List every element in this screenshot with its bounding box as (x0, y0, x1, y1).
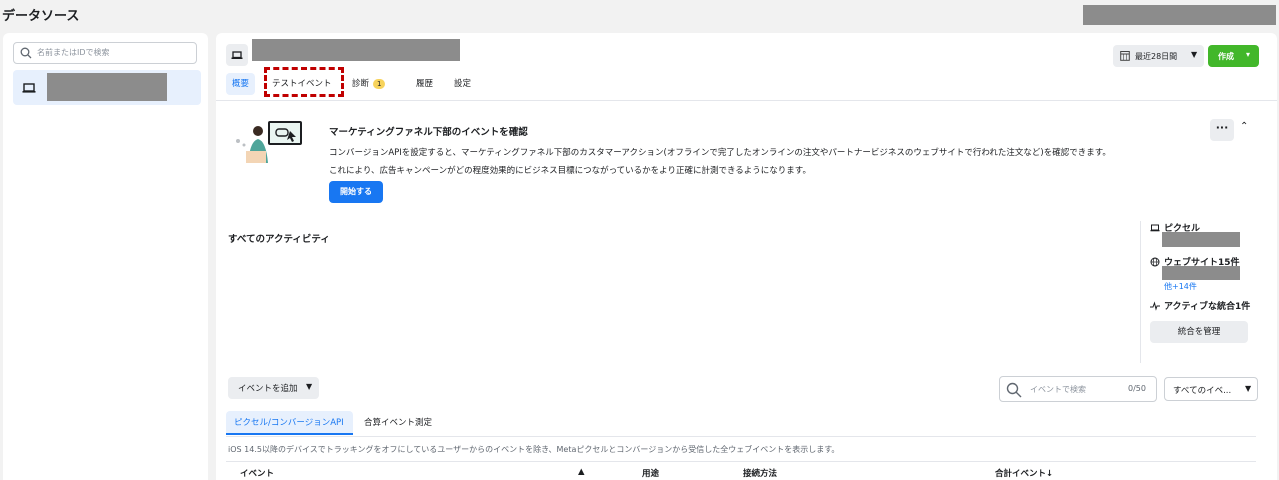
globe-icon (1150, 257, 1160, 267)
promo-title: マーケティングファネル下部のイベントを確認 (329, 127, 528, 138)
sidebar: 名前またはIDで検索 (3, 33, 208, 480)
promo-description-2: これにより、広告キャンペーンがどの程度効果的にビジネス目標につながっているかをよ… (329, 166, 811, 176)
search-icon (1006, 382, 1022, 398)
event-filter-select[interactable]: すべてのイベ... ▼ (1164, 377, 1258, 401)
create-button[interactable]: 作成 ▾ (1208, 45, 1259, 67)
test-events-highlight (264, 67, 344, 97)
pulse-icon (1150, 301, 1160, 311)
caret-down-icon: ▼ (306, 382, 313, 391)
main-panel: 概要 テストイベント 診断 1 履歴 設定 最近28日間 ▼ 作成 ▾ マーケティ… (216, 33, 1277, 480)
ios-notice: iOS 14.5以降のデバイスでトラッキングをオフにしているユーザーからのイベン… (228, 445, 840, 454)
warning-icon: ▲ (578, 467, 585, 477)
tab-settings[interactable]: 設定 (448, 73, 477, 95)
sidebar-search-input[interactable]: 名前またはIDで検索 (13, 42, 197, 64)
column-header-event[interactable]: イベント (240, 467, 274, 479)
more-options-button[interactable]: ··· (1210, 119, 1234, 141)
laptop-icon (22, 83, 36, 93)
laptop-icon (231, 51, 243, 59)
pixel-id-redacted (1162, 232, 1240, 247)
tab-diagnostics[interactable]: 診断 1 (346, 73, 391, 95)
chevron-up-icon[interactable]: ⌃ (1240, 121, 1248, 132)
tab-pixel-conversion-api[interactable]: ピクセル/コンバージョンAPI (226, 411, 353, 435)
date-range-button[interactable]: 最近28日間 ▼ (1113, 45, 1204, 67)
diagnostics-badge: 1 (373, 78, 386, 89)
promo-description: コンバージョンAPIを設定すると、マーケティングファネル下部のカスタマーアクショ… (329, 148, 1111, 158)
add-event-button[interactable]: イベントを追加 ▼ (228, 377, 319, 399)
divider (216, 100, 1277, 101)
promo-illustration (236, 121, 302, 163)
calendar-icon (1120, 51, 1130, 61)
page-title: データソース (2, 9, 80, 24)
column-header-connection[interactable]: 接続方法 (743, 467, 777, 479)
divider (226, 461, 1256, 462)
column-header-total-events[interactable]: 合計イベント↓ (995, 467, 1053, 479)
search-count: 0/50 (1128, 384, 1146, 393)
activity-title: すべてのアクティビティ (228, 234, 330, 245)
pixel-name-redacted (47, 73, 167, 101)
caret-down-icon: ▼ (1191, 50, 1198, 59)
pixel-avatar (226, 44, 248, 66)
tab-aggregated-event-measurement[interactable]: 合算イベント測定 (364, 411, 432, 435)
start-button[interactable]: 開始する (329, 181, 383, 203)
laptop-icon (1150, 224, 1160, 232)
more-websites-link[interactable]: 他+14件 (1164, 281, 1197, 292)
account-redacted (1083, 5, 1276, 25)
tab-overview[interactable]: 概要 (226, 73, 256, 95)
column-header-usage[interactable]: 用途 (642, 467, 659, 479)
integrations-label: アクティブな統合1件 (1164, 302, 1251, 312)
search-placeholder: 名前またはIDで検索 (37, 48, 110, 57)
pixel-title-redacted (252, 39, 460, 61)
caret-down-icon: ▾ (1246, 50, 1251, 59)
event-search-input[interactable]: イベントで検索 0/50 (999, 376, 1157, 402)
sidebar-item-pixel[interactable] (13, 70, 201, 105)
tab-history[interactable]: 履歴 (410, 73, 439, 95)
divider (1140, 221, 1141, 363)
manage-integrations-button[interactable]: 統合を管理 (1150, 321, 1248, 343)
divider (226, 436, 1256, 437)
website-redacted (1162, 266, 1240, 280)
caret-down-icon: ▼ (1245, 384, 1252, 393)
search-icon (20, 47, 32, 59)
